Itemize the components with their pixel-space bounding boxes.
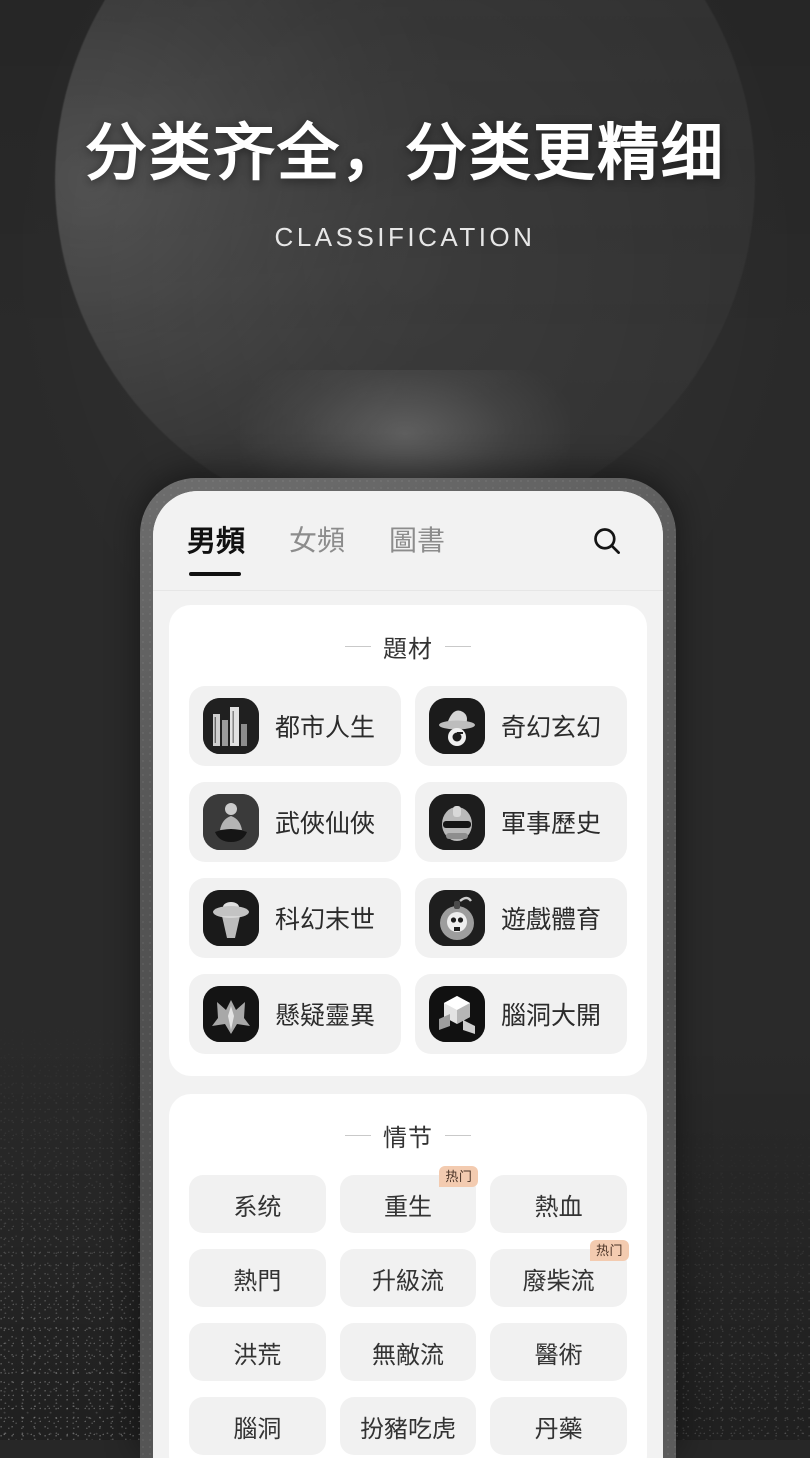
plot-chip-grid: 系统 重生 热门 熱血 熱門 升級流 廢柴流 热门 洪荒 無敵流 醫術 腦洞 扮… xyxy=(189,1166,629,1455)
section-title-theme: 題材 xyxy=(383,636,433,663)
chip-hotblood[interactable]: 熱血 xyxy=(490,1175,627,1233)
tab-male-channel[interactable]: 男頻 xyxy=(187,518,246,576)
chip-primordial[interactable]: 洪荒 xyxy=(189,1323,326,1381)
phone-mockup: 男頻 女頻 圖書 題材 都市人生 奇幻玄幻 武俠仙俠 軍事歷史 科幻末世 遊戲體… xyxy=(140,478,676,1458)
hot-badge: 热门 xyxy=(589,1240,629,1261)
chip-underdog[interactable]: 廢柴流 热门 xyxy=(490,1240,629,1307)
page-title: 分类齐全，分类更精细 xyxy=(84,119,725,188)
tile-label: 腦洞大開 xyxy=(501,1002,602,1030)
tab-label: 男頻 xyxy=(187,525,246,558)
chip-label: 熱門 xyxy=(233,1267,282,1295)
chip-elixir[interactable]: 丹藥 xyxy=(490,1397,627,1455)
tile-label: 懸疑靈異 xyxy=(275,1002,376,1030)
meditating-figure-icon xyxy=(203,794,259,850)
chip-label: 無敵流 xyxy=(371,1341,444,1369)
skull-bomb-icon xyxy=(429,890,485,946)
tile-label: 科幻末世 xyxy=(275,906,376,934)
chip-popular[interactable]: 熱門 xyxy=(189,1249,326,1307)
soldier-helmet-icon xyxy=(429,794,485,850)
search-icon xyxy=(594,527,620,554)
tile-label: 武俠仙俠 xyxy=(275,810,376,838)
chip-play-pig-eat-tiger[interactable]: 扮豬吃虎 xyxy=(339,1397,477,1455)
tile-brain-hole[interactable]: 腦洞大開 xyxy=(415,974,627,1054)
tile-game-sports[interactable]: 遊戲體育 xyxy=(415,878,627,958)
tile-label: 遊戲體育 xyxy=(501,906,602,934)
chip-brain-hole[interactable]: 腦洞 xyxy=(189,1397,326,1455)
phone-screen: 男頻 女頻 圖書 題材 都市人生 奇幻玄幻 武俠仙俠 軍事歷史 科幻末世 遊戲體… xyxy=(153,491,663,1458)
tile-suspense[interactable]: 懸疑靈異 xyxy=(189,974,401,1054)
section-header: 情节 xyxy=(189,1118,627,1153)
chip-invincible[interactable]: 無敵流 xyxy=(339,1323,477,1381)
tab-female-channel[interactable]: 女頻 xyxy=(289,519,345,563)
section-header: 題材 xyxy=(189,629,627,664)
hot-badge: 热门 xyxy=(439,1166,479,1187)
section-card-plot: 情节 系统 重生 热门 熱血 熱門 升級流 廢柴流 热门 洪荒 無敵流 醫術 腦… xyxy=(169,1094,647,1458)
tab-active-underline xyxy=(189,571,241,576)
chip-label: 系统 xyxy=(233,1193,282,1221)
wizard-hat-icon xyxy=(429,698,485,754)
tile-fantasy[interactable]: 奇幻玄幻 xyxy=(415,686,627,766)
tile-military-history[interactable]: 軍事歷史 xyxy=(415,782,627,862)
tab-label: 圖書 xyxy=(389,524,446,556)
chip-label: 重生 xyxy=(383,1193,432,1221)
theme-tile-grid: 都市人生 奇幻玄幻 武俠仙俠 軍事歷史 科幻末世 遊戲體育 懸疑靈異 腦洞大開 xyxy=(189,686,627,1054)
tile-wuxia[interactable]: 武俠仙俠 xyxy=(189,782,401,862)
tab-books[interactable]: 圖書 xyxy=(389,519,445,563)
chip-level-up[interactable]: 升級流 xyxy=(339,1249,477,1307)
section-dash-left xyxy=(345,1135,371,1136)
chip-label: 扮豬吃虎 xyxy=(359,1415,456,1443)
tile-label: 軍事歷史 xyxy=(501,810,602,838)
tile-scifi[interactable]: 科幻末世 xyxy=(189,878,401,958)
tab-bar: 男頻 女頻 圖書 xyxy=(153,491,663,591)
section-dash-right xyxy=(445,1135,471,1136)
chip-label: 丹藥 xyxy=(534,1415,583,1443)
section-dash-left xyxy=(345,646,371,647)
chip-rebirth[interactable]: 重生 热门 xyxy=(339,1166,479,1233)
tab-label: 女頻 xyxy=(289,524,346,556)
cube-blocks-icon xyxy=(429,986,485,1042)
chip-label: 洪荒 xyxy=(233,1341,282,1369)
chip-system[interactable]: 系统 xyxy=(189,1175,326,1233)
section-card-theme: 題材 都市人生 奇幻玄幻 武俠仙俠 軍事歷史 科幻末世 遊戲體育 懸疑靈異 腦洞… xyxy=(169,605,647,1076)
section-dash-right xyxy=(445,646,471,647)
hero-section: 分类齐全，分类更精细 CLASSIFICATION xyxy=(0,0,810,253)
chip-label: 熱血 xyxy=(534,1193,583,1221)
tile-urban-life[interactable]: 都市人生 xyxy=(189,686,401,766)
chip-medicine[interactable]: 醫術 xyxy=(490,1323,627,1381)
city-buildings-icon xyxy=(203,698,259,754)
page-subtitle: CLASSIFICATION xyxy=(274,222,536,253)
chip-label: 廢柴流 xyxy=(522,1267,595,1295)
ufo-icon xyxy=(203,890,259,946)
search-button[interactable] xyxy=(585,519,629,563)
chip-label: 升級流 xyxy=(371,1267,444,1295)
bat-icon xyxy=(203,986,259,1042)
chip-label: 腦洞 xyxy=(233,1415,282,1443)
tile-label: 奇幻玄幻 xyxy=(501,714,602,742)
category-content: 題材 都市人生 奇幻玄幻 武俠仙俠 軍事歷史 科幻末世 遊戲體育 懸疑靈異 腦洞… xyxy=(153,591,663,1458)
tile-label: 都市人生 xyxy=(275,714,376,742)
chip-label: 醫術 xyxy=(534,1341,583,1369)
section-title-plot: 情节 xyxy=(383,1125,433,1152)
